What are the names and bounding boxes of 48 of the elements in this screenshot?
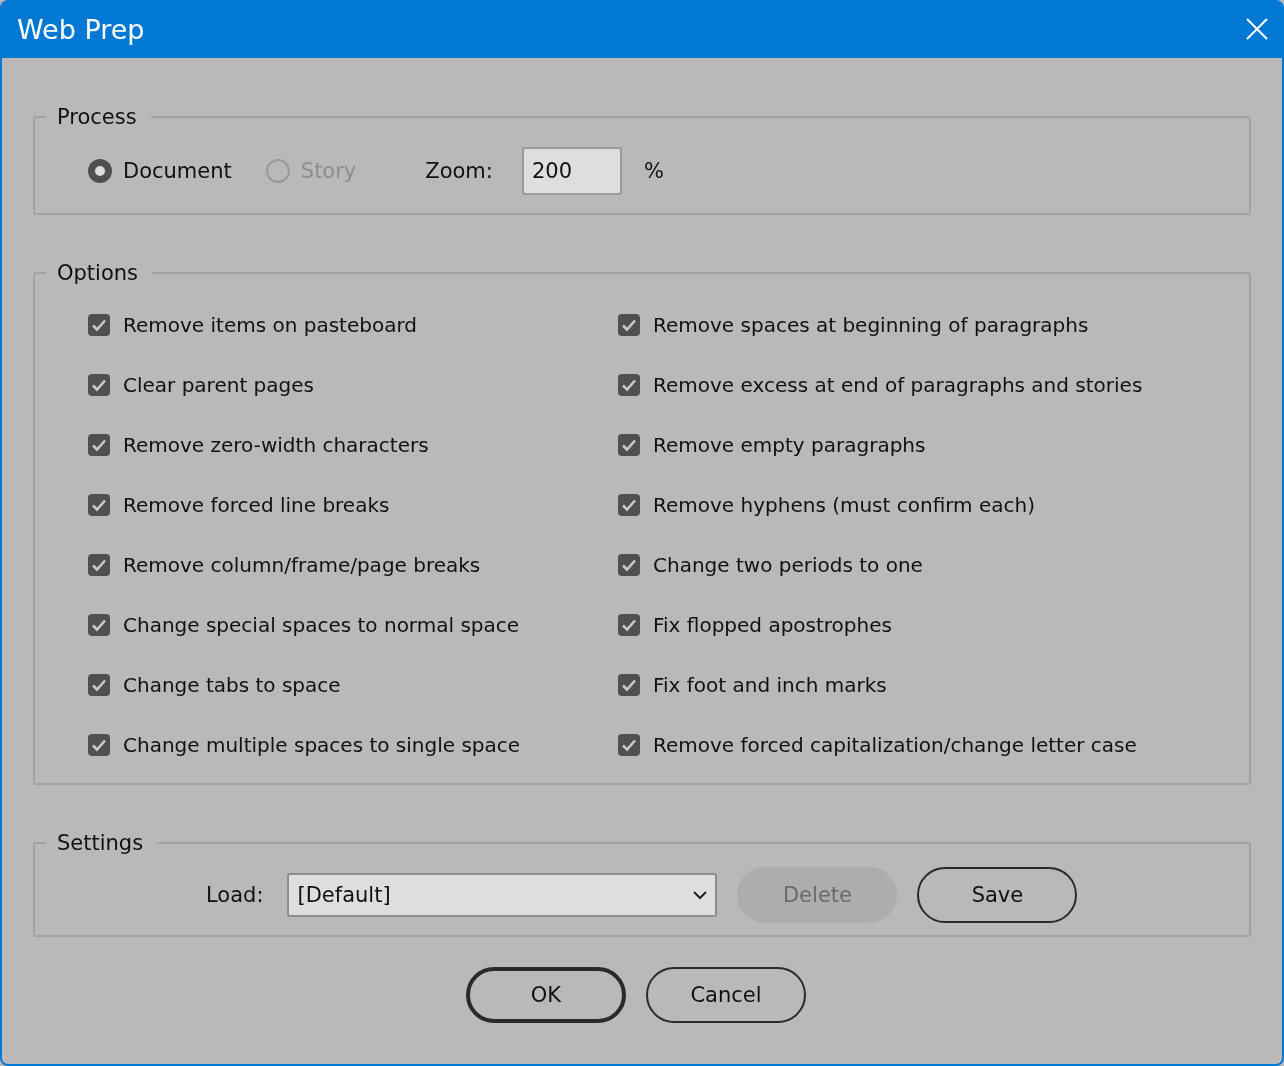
checkbox[interactable]	[618, 614, 640, 636]
group-title: Settings	[56, 831, 145, 855]
dialog-button[interactable]: Save	[917, 867, 1078, 923]
checkbox-label: Fix foot and inch marks	[653, 673, 887, 697]
checkbox-label: Change special spaces to normal space	[123, 613, 520, 637]
checkbox[interactable]	[88, 314, 110, 336]
load-label: Load:	[206, 883, 264, 907]
window-title: Web Prep	[17, 13, 145, 45]
group-title: Options	[56, 261, 140, 285]
checkbox[interactable]	[618, 494, 640, 516]
zoom-label: Zoom:	[425, 159, 493, 183]
checkbox[interactable]	[88, 434, 110, 456]
checkbox-label: Clear parent pages	[123, 373, 314, 397]
dialog-button[interactable]: OK	[466, 967, 626, 1023]
checkbox[interactable]	[618, 374, 640, 396]
checkbox[interactable]	[88, 614, 110, 636]
percent-label: %	[643, 159, 664, 183]
radio-label: Document	[123, 159, 232, 183]
checkbox-label: Remove forced line breaks	[123, 493, 390, 517]
checkbox[interactable]	[618, 434, 640, 456]
checkbox[interactable]	[618, 554, 640, 576]
checkbox[interactable]	[618, 734, 640, 756]
checkbox-label: Remove column/frame/page breaks	[123, 553, 481, 577]
checkbox[interactable]	[618, 314, 640, 336]
checkbox-label: Remove empty paragraphs	[653, 433, 926, 457]
checkbox-label: Remove zero-width characters	[123, 433, 429, 457]
checkbox-label: Remove hyphens (must confirm each)	[653, 493, 1035, 517]
checkbox[interactable]	[88, 734, 110, 756]
checkbox-label: Fix flopped apostrophes	[653, 613, 892, 637]
checkbox-label: Change tabs to space	[123, 673, 341, 697]
checkbox[interactable]	[88, 494, 110, 516]
checkbox-label: Remove items on pasteboard	[123, 313, 418, 337]
checkbox[interactable]	[618, 674, 640, 696]
checkbox-label: Change multiple spaces to single space	[123, 733, 521, 757]
close-icon[interactable]	[1246, 18, 1268, 40]
checkbox[interactable]	[88, 674, 110, 696]
group-title: Process	[56, 105, 138, 129]
checkbox-label: Remove excess at end of paragraphs and stories	[653, 373, 1143, 397]
radio-button[interactable]	[88, 159, 112, 183]
checkbox-label: Remove spaces at beginning of paragraphs	[653, 313, 1089, 337]
checkbox[interactable]	[88, 554, 110, 576]
load-dropdown[interactable]: [Default]	[287, 873, 718, 917]
zoom-field[interactable]: 200	[521, 147, 622, 195]
checkbox-label: Remove forced capitalization/change letter case	[653, 733, 1137, 757]
dialog-button[interactable]: Cancel	[646, 967, 806, 1023]
chevron-down-icon[interactable]	[693, 890, 708, 900]
checkbox-label: Change two periods to one	[653, 553, 923, 577]
checkbox[interactable]	[88, 374, 110, 396]
